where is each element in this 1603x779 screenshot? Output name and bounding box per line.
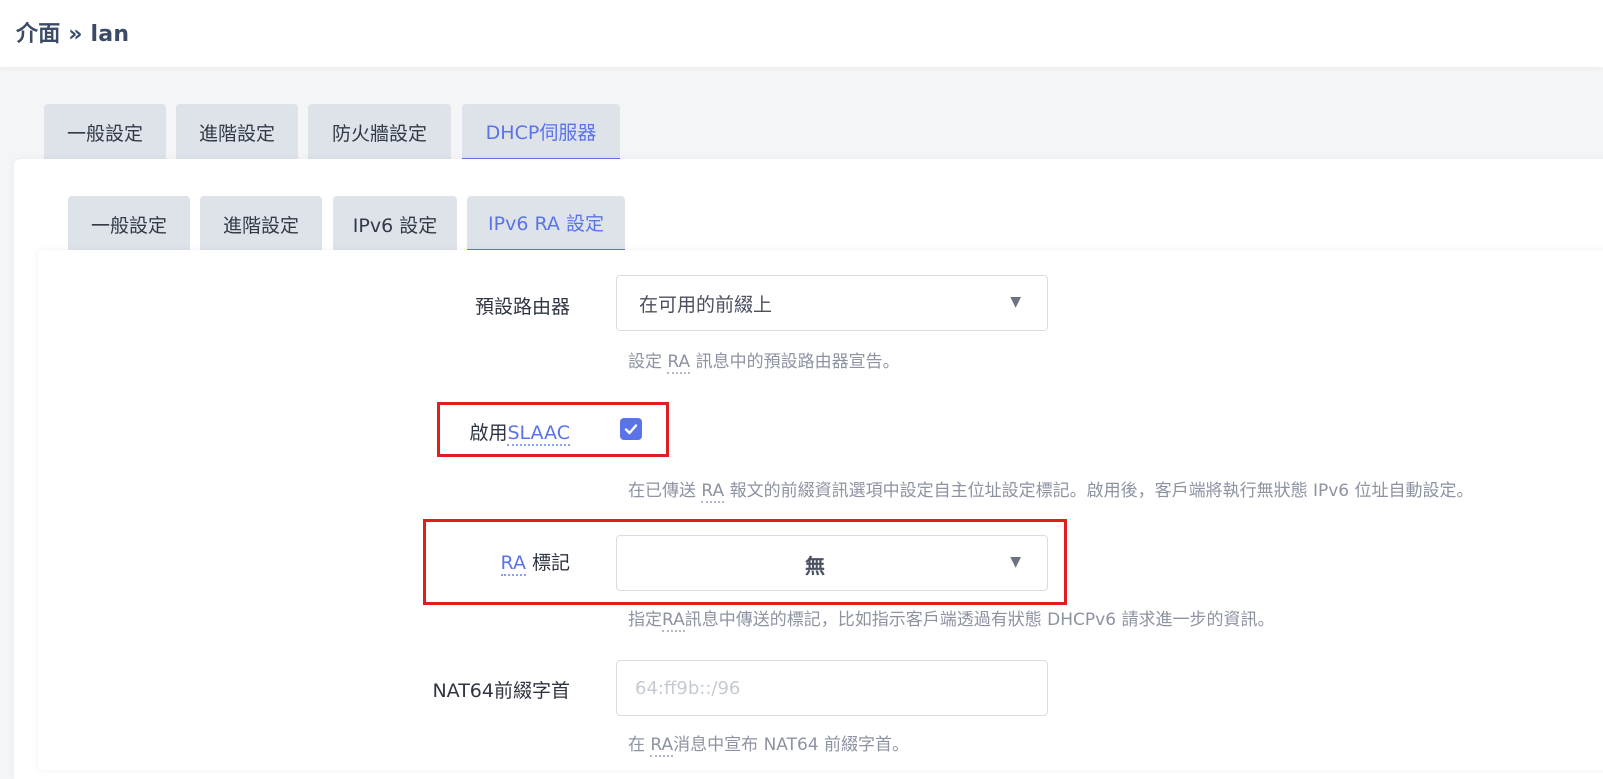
ra-abbr: RA: [701, 481, 725, 503]
help-text: 在已傳送: [628, 481, 702, 501]
ra-abbr: RA: [662, 610, 685, 632]
help-text: 在: [628, 735, 651, 755]
ra-abbr: RA: [650, 735, 674, 757]
top-bar: 介面 » lan: [0, 0, 1603, 67]
ra-flags-value: 無: [805, 554, 825, 578]
default-router-select[interactable]: 在可用的前綴上 ▼: [616, 275, 1048, 331]
subtab-ipv6-ra[interactable]: IPv6 RA 設定: [467, 196, 625, 252]
subtab-ipv6[interactable]: IPv6 設定: [333, 196, 457, 252]
subtab-advanced[interactable]: 進階設定: [200, 196, 322, 252]
help-text: 指定: [628, 610, 662, 630]
ra-flags-label: RA 標記: [420, 548, 570, 576]
nat64-label: NAT64前綴字首: [400, 676, 570, 703]
page-title: 介面 » lan: [16, 22, 130, 47]
ra-abbr[interactable]: RA: [500, 552, 526, 576]
chevron-down-icon: ▼: [1010, 554, 1021, 570]
nat64-prefix-input[interactable]: [616, 660, 1048, 716]
slaac-label-text: 啟用: [469, 422, 508, 444]
ra-flags-label-text: 標記: [525, 552, 570, 574]
tab-general[interactable]: 一般設定: [44, 104, 166, 161]
slaac-help: 在已傳送 RA 報文的前綴資訊選項中設定自主位址設定標記。啟用後，客戶端將執行無…: [628, 476, 1474, 503]
subtab-general[interactable]: 一般設定: [68, 196, 190, 252]
help-text: 報文的前綴資訊選項中設定自主位址設定標記。啟用後，客戶端將執行無狀態 IPv6 …: [724, 481, 1474, 501]
tab-dhcp-server[interactable]: DHCP伺服器: [462, 104, 620, 161]
nat64-help: 在 RA消息中宣布 NAT64 前綴字首。: [628, 730, 910, 757]
ra-flags-help: 指定RA訊息中傳送的標記，比如指示客戶端透過有狀態 DHCPv6 請求進一步的資…: [628, 605, 1275, 632]
help-text: 訊息中傳送的標記，比如指示客戶端透過有狀態 DHCPv6 請求進一步的資訊。: [684, 610, 1275, 630]
default-router-help: 設定 RA 訊息中的預設路由器宣告。: [628, 347, 900, 374]
checkmark-icon: [624, 424, 638, 435]
chevron-down-icon: ▼: [1010, 294, 1021, 310]
help-text: 設定: [628, 352, 668, 372]
tab-firewall[interactable]: 防火牆設定: [308, 104, 451, 161]
ra-flags-select[interactable]: 無 ▼: [616, 535, 1048, 591]
default-router-label-text: 預設路由器: [474, 296, 570, 318]
ra-abbr: RA: [667, 352, 691, 374]
slaac-checkbox[interactable]: [620, 418, 642, 440]
slaac-label: 啟用SLAAC: [420, 418, 570, 446]
default-router-label: 預設路由器: [420, 292, 570, 319]
default-router-value: 在可用的前綴上: [639, 294, 773, 316]
tab-advanced[interactable]: 進階設定: [176, 104, 298, 161]
help-text: 消息中宣布 NAT64 前綴字首。: [673, 735, 910, 755]
nat64-label-text: NAT64前綴字首: [432, 680, 570, 702]
slaac-abbr[interactable]: SLAAC: [507, 422, 570, 446]
help-text: 訊息中的預設路由器宣告。: [690, 352, 900, 372]
